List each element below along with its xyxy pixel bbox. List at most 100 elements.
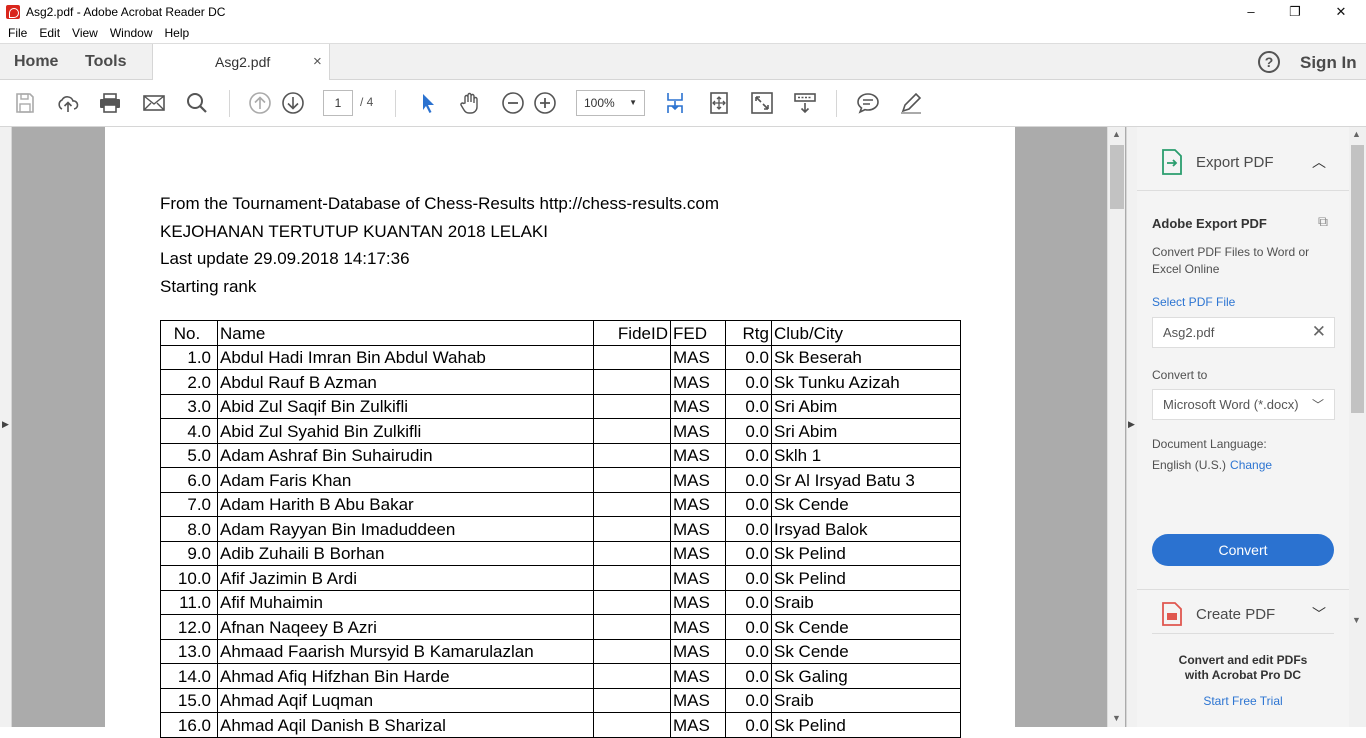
cell-fed: MAS <box>670 369 726 395</box>
scroll-up-icon[interactable]: ▲ <box>1112 129 1121 139</box>
document-language-value: English (U.S.) <box>1152 458 1227 472</box>
zoom-out-icon[interactable] <box>501 91 525 115</box>
search-icon[interactable] <box>185 91 209 115</box>
convert-to-select[interactable]: Microsoft Word (*.docx) ﹀ <box>1152 389 1335 420</box>
scroll-up-icon[interactable]: ▲ <box>1352 129 1361 139</box>
document-scrollbar[interactable]: ▲ ▼ <box>1107 127 1125 727</box>
cell-fed: MAS <box>670 687 726 713</box>
right-pane-scrollbar[interactable]: ▲ ▼ <box>1349 127 1366 727</box>
cell-fed: MAS <box>670 467 726 493</box>
convert-to-label: Convert to <box>1152 368 1208 382</box>
cell-fed: MAS <box>670 638 726 664</box>
scrollbar-thumb[interactable] <box>1110 145 1124 209</box>
window-title: Asg2.pdf - Adobe Acrobat Reader DC <box>26 4 226 19</box>
cell-no: 14.0 <box>160 663 218 689</box>
chevron-down-icon[interactable]: ﹀ <box>1312 604 1326 624</box>
table-row: 10.0 Afif Jazimin B Ardi MAS 0.0 Sk Pelind <box>160 565 961 591</box>
adobe-export-title: Adobe Export PDF <box>1152 216 1267 231</box>
close-window-button[interactable]: ✕ <box>1318 0 1364 23</box>
cell-name: Abid Zul Saqif Bin Zulkifli <box>217 393 594 419</box>
remove-file-icon[interactable]: ✕ <box>1312 322 1326 342</box>
cell-club: Sri Abim <box>771 393 961 419</box>
cell-rtg: 0.0 <box>725 687 772 713</box>
toolbar-divider <box>836 90 837 117</box>
table-header-row: No. Name FideID FED Rtg Club/City <box>160 320 961 346</box>
cell-fed: MAS <box>670 344 726 370</box>
scrollbar-thumb[interactable] <box>1351 145 1364 413</box>
close-tab-icon[interactable]: × <box>313 53 322 70</box>
select-pdf-file-link[interactable]: Select PDF File <box>1152 295 1235 309</box>
cloud-files-icon[interactable]: ⧉ <box>1318 213 1328 230</box>
export-pdf-label: Export PDF <box>1196 154 1274 171</box>
cell-club: Sk Tunku Azizah <box>771 369 961 395</box>
select-cursor-icon[interactable] <box>416 91 440 115</box>
scrolling-mode-icon[interactable] <box>663 91 687 115</box>
hand-tool-icon[interactable] <box>458 91 482 115</box>
scroll-down-icon[interactable]: ▼ <box>1112 713 1121 723</box>
cell-no: 8.0 <box>160 516 218 542</box>
upload-cloud-icon[interactable] <box>56 91 80 115</box>
minimize-button[interactable]: – <box>1228 0 1274 23</box>
doc-line-subtitle: Starting rank <box>160 277 257 296</box>
email-icon[interactable] <box>142 91 166 115</box>
menu-edit[interactable]: Edit <box>39 26 60 40</box>
header-rtg: Rtg <box>725 320 772 346</box>
cell-fideid <box>593 687 671 713</box>
cell-fed: MAS <box>670 565 726 591</box>
starting-rank-table: No. Name FideID FED Rtg Club/City 1.0 Abd… <box>160 320 961 738</box>
change-language-link[interactable]: Change <box>1230 458 1272 472</box>
menu-file[interactable]: File <box>8 26 27 40</box>
zoom-in-icon[interactable] <box>533 91 557 115</box>
print-icon[interactable] <box>98 91 122 115</box>
cell-club: Sri Abim <box>771 418 961 444</box>
cell-club: Sk Beserah <box>771 344 961 370</box>
tab-home[interactable]: Home <box>14 44 58 80</box>
scroll-down-icon[interactable]: ▼ <box>1352 615 1361 625</box>
left-panel-toggle[interactable]: ▶ <box>0 127 12 727</box>
sign-in-button[interactable]: Sign In <box>1300 53 1357 73</box>
full-screen-icon[interactable] <box>750 91 774 115</box>
right-pane-toggle[interactable]: ▶ <box>1126 127 1137 727</box>
tab-document[interactable]: Asg2.pdf × <box>152 44 330 81</box>
create-pdf-header[interactable]: Create PDF ﹀ <box>1137 590 1349 634</box>
chevron-up-icon[interactable]: ︿ <box>1312 152 1326 172</box>
selected-file-field[interactable]: Asg2.pdf ✕ <box>1152 317 1335 348</box>
zoom-select[interactable]: 100% ▼ <box>576 90 645 116</box>
tab-tools[interactable]: Tools <box>85 44 126 80</box>
doc-line-update: Last update 29.09.2018 14:17:36 <box>160 249 410 268</box>
export-pdf-header[interactable]: Export PDF ︿ <box>1137 127 1349 191</box>
selected-file-name: Asg2.pdf <box>1163 325 1215 340</box>
cell-name: Adam Harith B Abu Bakar <box>217 491 594 517</box>
highlight-pen-icon[interactable] <box>899 91 923 115</box>
start-free-trial-link[interactable]: Start Free Trial <box>1137 694 1349 708</box>
cell-club: Sk Cende <box>771 614 961 640</box>
chevron-down-icon: ﹀ <box>1311 398 1324 412</box>
fit-page-icon[interactable] <box>707 91 731 115</box>
cell-club: Sk Cende <box>771 638 961 664</box>
menu-window[interactable]: Window <box>110 26 153 40</box>
cell-fideid <box>593 712 671 738</box>
next-page-icon[interactable] <box>281 91 305 115</box>
table-row: 7.0 Adam Harith B Abu Bakar MAS 0.0 Sk Cende <box>160 491 961 517</box>
header-fed: FED <box>670 320 726 346</box>
menu-view[interactable]: View <box>72 26 98 40</box>
previous-page-icon[interactable] <box>248 91 272 115</box>
read-mode-icon[interactable] <box>793 91 817 115</box>
cell-no: 16.0 <box>160 712 218 738</box>
page-number-input[interactable]: 1 <box>323 90 353 116</box>
help-icon[interactable]: ? <box>1258 51 1280 73</box>
comment-icon[interactable] <box>856 91 880 115</box>
table-row: 13.0 Ahmaad Faarish Mursyid B Kamarulazla… <box>160 638 961 664</box>
menu-help[interactable]: Help <box>165 26 190 40</box>
header-club: Club/City <box>771 320 961 346</box>
convert-button[interactable]: Convert <box>1152 534 1334 566</box>
save-icon[interactable] <box>13 91 37 115</box>
cell-name: Adam Ashraf Bin Suhairudin <box>217 442 594 468</box>
cell-fed: MAS <box>670 712 726 738</box>
cell-fed: MAS <box>670 540 726 566</box>
cell-fideid <box>593 467 671 493</box>
cell-rtg: 0.0 <box>725 369 772 395</box>
table-row: 6.0 Adam Faris Khan MAS 0.0 Sr Al Irsyad Bat… <box>160 467 961 493</box>
cell-fed: MAS <box>670 393 726 419</box>
maximize-button[interactable]: ❐ <box>1272 0 1318 23</box>
